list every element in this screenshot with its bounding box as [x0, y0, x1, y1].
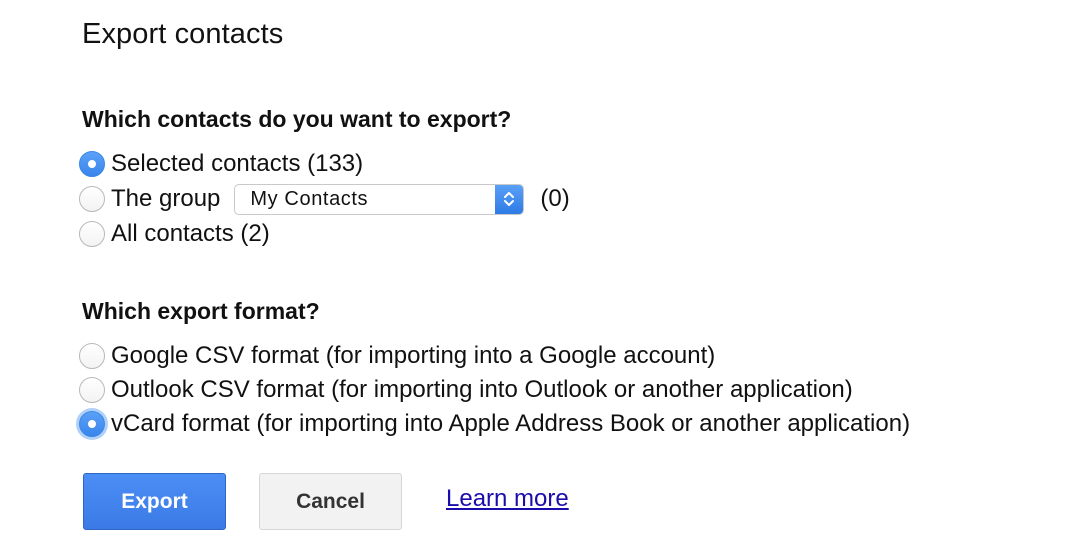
radio-the-group[interactable] [79, 186, 105, 212]
select-stepper-arrows-icon[interactable] [495, 184, 524, 214]
option-google-csv[interactable]: Google CSV format (for importing into a … [79, 340, 715, 372]
radio-google-csv[interactable] [79, 343, 105, 369]
option-label: vCard format (for importing into Apple A… [111, 410, 911, 437]
cancel-button[interactable]: Cancel [259, 473, 402, 530]
option-label: All contacts (2) [111, 220, 270, 247]
option-outlook-csv[interactable]: Outlook CSV format (for importing into O… [79, 374, 853, 406]
option-the-group[interactable]: The group My Contacts (0) [79, 183, 570, 215]
radio-all-contacts[interactable] [79, 221, 105, 247]
option-label: Outlook CSV format (for importing into O… [111, 376, 853, 403]
option-label: Selected contacts (133) [111, 150, 364, 177]
option-label: Google CSV format (for importing into a … [111, 342, 716, 369]
option-all-contacts[interactable]: All contacts (2) [79, 218, 270, 250]
export-contacts-dialog: Export contacts Which contacts do you wa… [0, 0, 1066, 549]
which-contacts-heading: Which contacts do you want to export? [82, 106, 512, 132]
group-select-value: My Contacts [250, 187, 369, 210]
learn-more-link[interactable]: Learn more [446, 485, 569, 513]
option-label: The group [111, 185, 221, 212]
dialog-title: Export contacts [82, 18, 284, 50]
export-format-heading: Which export format? [82, 298, 320, 324]
group-count: (0) [540, 185, 570, 212]
radio-selected-contacts[interactable] [79, 151, 105, 177]
option-selected-contacts[interactable]: Selected contacts (133) [79, 148, 363, 180]
option-vcard[interactable]: vCard format (for importing into Apple A… [79, 408, 910, 440]
radio-outlook-csv[interactable] [79, 377, 105, 403]
export-button[interactable]: Export [83, 473, 226, 530]
group-select[interactable]: My Contacts [234, 183, 525, 215]
radio-vcard[interactable] [79, 411, 105, 437]
